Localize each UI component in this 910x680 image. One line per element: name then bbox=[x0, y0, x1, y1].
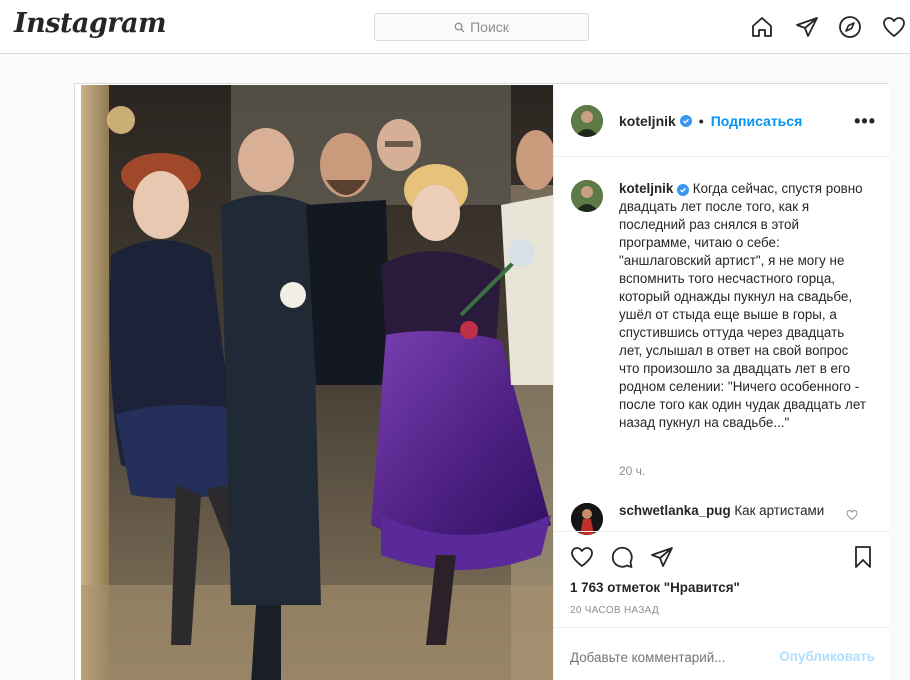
post-actions bbox=[554, 531, 891, 581]
compass-icon[interactable] bbox=[838, 15, 862, 39]
post-timestamp[interactable]: 20 ЧАСОВ НАЗАД bbox=[570, 605, 659, 616]
paper-plane-icon[interactable] bbox=[795, 15, 819, 39]
post-sidebar: koteljnik • Подписаться ••• koteljnik Ко… bbox=[553, 84, 891, 680]
post-caption: koteljnik Когда сейчас, спустя ровно два… bbox=[619, 180, 869, 432]
paper-plane-icon[interactable] bbox=[650, 545, 674, 569]
heart-icon[interactable] bbox=[570, 545, 594, 569]
comment-username[interactable]: schwetlanka_pug bbox=[619, 503, 731, 518]
bookmark-icon[interactable] bbox=[851, 545, 875, 569]
instagram-logo[interactable]: Instagram bbox=[14, 8, 167, 39]
comment-text: Как артистами bbox=[734, 503, 825, 518]
heart-icon[interactable] bbox=[846, 509, 858, 521]
publish-button[interactable]: Опубликовать bbox=[779, 649, 875, 664]
avatar[interactable] bbox=[571, 180, 603, 212]
comment-item: schwetlanka_pug Как артистами bbox=[619, 503, 824, 518]
verified-badge-icon bbox=[677, 184, 690, 196]
search-box[interactable]: Поиск bbox=[374, 13, 589, 41]
likes-count[interactable]: 1 763 отметок "Нравится" bbox=[570, 580, 740, 595]
comment-input[interactable] bbox=[570, 650, 760, 665]
comments-area[interactable]: koteljnik Когда сейчас, спустя ровно два… bbox=[554, 158, 891, 538]
separator-dot: • bbox=[698, 113, 704, 129]
home-icon[interactable] bbox=[750, 15, 774, 39]
caption-time[interactable]: 20 ч. bbox=[619, 464, 645, 478]
caption-text: Когда сейчас, спустя ровно двадцать лет … bbox=[619, 181, 867, 430]
post-author: koteljnik • Подписаться bbox=[619, 113, 802, 129]
verified-badge-icon bbox=[679, 115, 692, 127]
search-placeholder: Поиск bbox=[470, 19, 509, 35]
post-photo[interactable] bbox=[81, 85, 553, 680]
heart-icon[interactable] bbox=[882, 15, 906, 39]
comment-icon[interactable] bbox=[610, 545, 634, 569]
avatar[interactable] bbox=[571, 105, 603, 137]
author-username[interactable]: koteljnik bbox=[619, 113, 676, 129]
post-card: koteljnik • Подписаться ••• koteljnik Ко… bbox=[74, 83, 891, 680]
caption-username[interactable]: koteljnik bbox=[619, 181, 673, 196]
more-options-button[interactable]: ••• bbox=[854, 111, 876, 132]
follow-button[interactable]: Подписаться bbox=[711, 113, 803, 129]
top-navigation-bar: Instagram Поиск bbox=[0, 0, 910, 54]
add-comment-bar: Опубликовать bbox=[554, 627, 891, 680]
post-header: koteljnik • Подписаться ••• bbox=[554, 84, 890, 157]
search-icon bbox=[454, 22, 465, 33]
